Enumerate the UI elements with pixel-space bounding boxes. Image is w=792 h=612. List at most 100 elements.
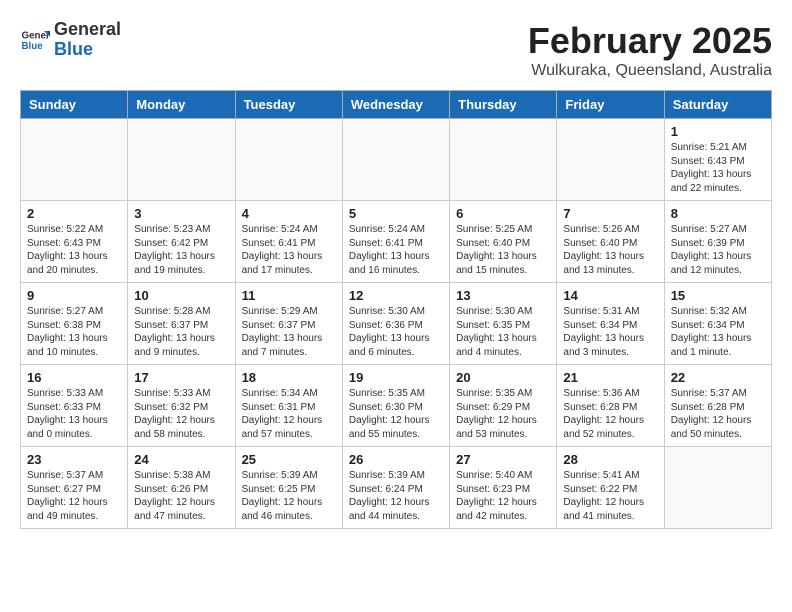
day-number: 28 (563, 452, 657, 467)
calendar-cell (664, 447, 771, 529)
calendar-cell: 20 Sunrise: 5:35 AM Sunset: 6:29 PM Dayli… (450, 365, 557, 447)
day-info: Sunrise: 5:36 AM Sunset: 6:28 PM Dayligh… (563, 387, 657, 441)
day-number: 17 (134, 370, 228, 385)
day-info: Sunrise: 5:41 AM Sunset: 6:22 PM Dayligh… (563, 469, 657, 523)
calendar-cell: 5 Sunrise: 5:24 AM Sunset: 6:41 PM Daylig… (342, 201, 449, 283)
weekday-header-tuesday: Tuesday (235, 91, 342, 119)
day-info: Sunrise: 5:35 AM Sunset: 6:30 PM Dayligh… (349, 387, 443, 441)
day-info: Sunrise: 5:29 AM Sunset: 6:37 PM Dayligh… (242, 305, 336, 359)
day-number: 25 (242, 452, 336, 467)
calendar-cell: 7 Sunrise: 5:26 AM Sunset: 6:40 PM Daylig… (557, 201, 664, 283)
calendar-cell (342, 119, 449, 201)
calendar-cell: 26 Sunrise: 5:39 AM Sunset: 6:24 PM Dayli… (342, 447, 449, 529)
calendar-week-row: 16 Sunrise: 5:33 AM Sunset: 6:33 PM Dayli… (21, 365, 772, 447)
calendar-cell: 28 Sunrise: 5:41 AM Sunset: 6:22 PM Dayli… (557, 447, 664, 529)
day-info: Sunrise: 5:28 AM Sunset: 6:37 PM Dayligh… (134, 305, 228, 359)
svg-text:Blue: Blue (22, 41, 44, 52)
day-number: 14 (563, 288, 657, 303)
calendar-cell: 16 Sunrise: 5:33 AM Sunset: 6:33 PM Dayli… (21, 365, 128, 447)
day-info: Sunrise: 5:27 AM Sunset: 6:39 PM Dayligh… (671, 223, 765, 277)
logo-icon: General Blue (20, 25, 50, 55)
calendar-cell: 21 Sunrise: 5:36 AM Sunset: 6:28 PM Dayli… (557, 365, 664, 447)
weekday-header-friday: Friday (557, 91, 664, 119)
day-number: 20 (456, 370, 550, 385)
calendar-week-row: 23 Sunrise: 5:37 AM Sunset: 6:27 PM Dayli… (21, 447, 772, 529)
day-number: 1 (671, 124, 765, 139)
calendar-table: SundayMondayTuesdayWednesdayThursdayFrid… (20, 90, 772, 529)
calendar-header-row: SundayMondayTuesdayWednesdayThursdayFrid… (21, 91, 772, 119)
calendar-cell: 22 Sunrise: 5:37 AM Sunset: 6:28 PM Dayli… (664, 365, 771, 447)
day-info: Sunrise: 5:21 AM Sunset: 6:43 PM Dayligh… (671, 141, 765, 195)
calendar-cell: 9Sunrise: 5:27 AM Sunset: 6:38 PM Daylig… (21, 283, 128, 365)
day-info: Sunrise: 5:23 AM Sunset: 6:42 PM Dayligh… (134, 223, 228, 277)
day-info: Sunrise: 5:38 AM Sunset: 6:26 PM Dayligh… (134, 469, 228, 523)
day-info: Sunrise: 5:26 AM Sunset: 6:40 PM Dayligh… (563, 223, 657, 277)
weekday-header-sunday: Sunday (21, 91, 128, 119)
day-info: Sunrise: 5:39 AM Sunset: 6:24 PM Dayligh… (349, 469, 443, 523)
calendar-cell: 18 Sunrise: 5:34 AM Sunset: 6:31 PM Dayli… (235, 365, 342, 447)
location-subtitle: Wulkuraka, Queensland, Australia (528, 62, 772, 80)
day-number: 18 (242, 370, 336, 385)
day-number: 24 (134, 452, 228, 467)
calendar-cell: 11 Sunrise: 5:29 AM Sunset: 6:37 PM Dayli… (235, 283, 342, 365)
calendar-cell: 4Sunrise: 5:24 AM Sunset: 6:41 PM Daylig… (235, 201, 342, 283)
calendar-cell: 23 Sunrise: 5:37 AM Sunset: 6:27 PM Dayli… (21, 447, 128, 529)
day-number: 21 (563, 370, 657, 385)
day-number: 23 (27, 452, 121, 467)
calendar-week-row: 9Sunrise: 5:27 AM Sunset: 6:38 PM Daylig… (21, 283, 772, 365)
day-info: Sunrise: 5:37 AM Sunset: 6:28 PM Dayligh… (671, 387, 765, 441)
day-info: Sunrise: 5:33 AM Sunset: 6:32 PM Dayligh… (134, 387, 228, 441)
day-info: Sunrise: 5:31 AM Sunset: 6:34 PM Dayligh… (563, 305, 657, 359)
calendar-cell: 13Sunrise: 5:30 AM Sunset: 6:35 PM Dayli… (450, 283, 557, 365)
day-number: 2 (27, 206, 121, 221)
day-info: Sunrise: 5:34 AM Sunset: 6:31 PM Dayligh… (242, 387, 336, 441)
calendar-cell (128, 119, 235, 201)
calendar-cell: 3 Sunrise: 5:23 AM Sunset: 6:42 PM Daylig… (128, 201, 235, 283)
month-title: February 2025 (528, 20, 772, 62)
calendar-cell: 24 Sunrise: 5:38 AM Sunset: 6:26 PM Dayli… (128, 447, 235, 529)
day-number: 3 (134, 206, 228, 221)
calendar-cell: 25 Sunrise: 5:39 AM Sunset: 6:25 PM Dayli… (235, 447, 342, 529)
calendar-cell (557, 119, 664, 201)
day-info: Sunrise: 5:33 AM Sunset: 6:33 PM Dayligh… (27, 387, 121, 441)
weekday-header-thursday: Thursday (450, 91, 557, 119)
calendar-cell: 8 Sunrise: 5:27 AM Sunset: 6:39 PM Daylig… (664, 201, 771, 283)
calendar-cell: 10 Sunrise: 5:28 AM Sunset: 6:37 PM Dayli… (128, 283, 235, 365)
calendar-cell: 27 Sunrise: 5:40 AM Sunset: 6:23 PM Dayli… (450, 447, 557, 529)
day-number: 12 (349, 288, 443, 303)
day-info: Sunrise: 5:37 AM Sunset: 6:27 PM Dayligh… (27, 469, 121, 523)
day-number: 26 (349, 452, 443, 467)
weekday-header-wednesday: Wednesday (342, 91, 449, 119)
calendar-week-row: 1 Sunrise: 5:21 AM Sunset: 6:43 PM Daylig… (21, 119, 772, 201)
calendar-cell: 17 Sunrise: 5:33 AM Sunset: 6:32 PM Dayli… (128, 365, 235, 447)
day-info: Sunrise: 5:40 AM Sunset: 6:23 PM Dayligh… (456, 469, 550, 523)
day-number: 27 (456, 452, 550, 467)
day-number: 10 (134, 288, 228, 303)
logo-blue-text: Blue (54, 40, 121, 60)
logo: General Blue General Blue (20, 20, 121, 60)
day-number: 16 (27, 370, 121, 385)
day-number: 5 (349, 206, 443, 221)
day-number: 7 (563, 206, 657, 221)
calendar-cell (235, 119, 342, 201)
day-info: Sunrise: 5:24 AM Sunset: 6:41 PM Dayligh… (349, 223, 443, 277)
calendar-week-row: 2 Sunrise: 5:22 AM Sunset: 6:43 PM Daylig… (21, 201, 772, 283)
logo-general-text: General (54, 20, 121, 40)
day-info: Sunrise: 5:22 AM Sunset: 6:43 PM Dayligh… (27, 223, 121, 277)
day-number: 4 (242, 206, 336, 221)
day-info: Sunrise: 5:25 AM Sunset: 6:40 PM Dayligh… (456, 223, 550, 277)
day-number: 19 (349, 370, 443, 385)
calendar-cell: 12 Sunrise: 5:30 AM Sunset: 6:36 PM Dayli… (342, 283, 449, 365)
weekday-header-monday: Monday (128, 91, 235, 119)
page-header: General Blue General Blue February 2025 … (20, 20, 772, 80)
day-info: Sunrise: 5:39 AM Sunset: 6:25 PM Dayligh… (242, 469, 336, 523)
day-info: Sunrise: 5:30 AM Sunset: 6:36 PM Dayligh… (349, 305, 443, 359)
calendar-cell (21, 119, 128, 201)
day-number: 15 (671, 288, 765, 303)
day-number: 13 (456, 288, 550, 303)
calendar-cell: 19 Sunrise: 5:35 AM Sunset: 6:30 PM Dayli… (342, 365, 449, 447)
day-info: Sunrise: 5:35 AM Sunset: 6:29 PM Dayligh… (456, 387, 550, 441)
day-number: 8 (671, 206, 765, 221)
day-number: 22 (671, 370, 765, 385)
day-number: 11 (242, 288, 336, 303)
